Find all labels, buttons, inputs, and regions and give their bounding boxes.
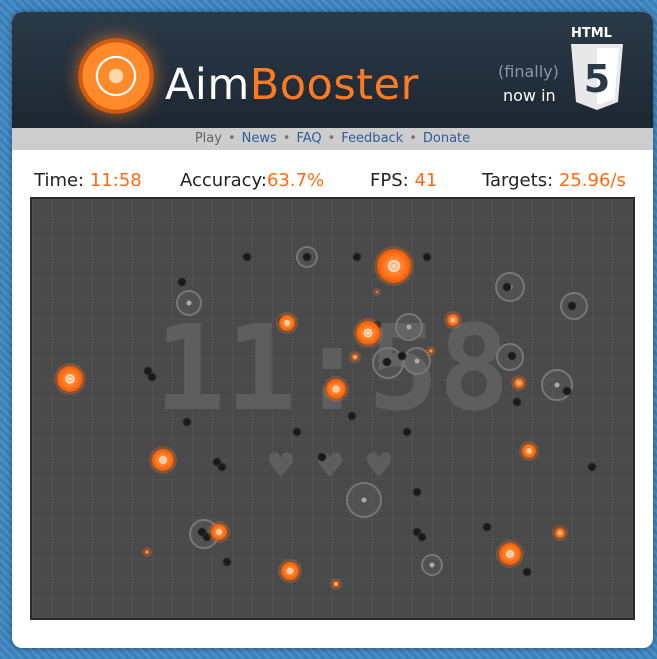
html5-shield-icon: 5 (571, 44, 623, 110)
target[interactable] (152, 449, 174, 471)
miss-dot (292, 427, 302, 437)
stat-targets: Targets: 25.96/s (482, 170, 626, 191)
miss-dot (567, 301, 577, 311)
html5-number: 5 (584, 57, 610, 101)
miss-dot (562, 386, 572, 396)
html5-finally-text: (finally) (498, 62, 559, 81)
stat-time: Time: 11:58 (34, 170, 142, 191)
logo[interactable]: AimBooster (165, 60, 419, 110)
miss-dot (587, 462, 597, 472)
miss-dot (347, 411, 357, 421)
miss-dot (397, 351, 407, 361)
header: AimBooster (finally) now in HTML 5 (12, 12, 653, 128)
miss-dot (417, 532, 427, 542)
hit-ring-center (414, 358, 420, 364)
hit-ring-center (429, 562, 435, 568)
nav-news[interactable]: News (242, 131, 277, 146)
target[interactable] (522, 444, 536, 458)
miss-dot (177, 277, 187, 287)
miss-dot (522, 567, 532, 577)
hit-ring-center (361, 497, 367, 503)
miss-dot (512, 397, 522, 407)
nav-separator: • (327, 131, 336, 146)
target[interactable] (356, 321, 380, 345)
heart-icon: ♥ (315, 446, 345, 486)
target[interactable] (57, 366, 83, 392)
logo-target-icon (78, 38, 154, 114)
miss-dot (402, 427, 412, 437)
stat-targets-label: Targets: (482, 170, 554, 191)
html5-now-in-text: now in (503, 86, 556, 105)
stat-fps: FPS: 41 (370, 170, 437, 191)
nav-separator: • (227, 131, 236, 146)
stat-accuracy: Accuracy:63.7% (180, 170, 324, 191)
stat-accuracy-value: 63.7% (266, 170, 325, 191)
target[interactable] (211, 524, 227, 540)
miss-dot (352, 252, 362, 262)
miss-dot (412, 487, 422, 497)
hit-ring-center (406, 324, 412, 330)
miss-dot (482, 522, 492, 532)
game-canvas[interactable]: 11:58 ♥ ♥ ♥ (32, 199, 633, 618)
target[interactable] (326, 379, 346, 399)
miss-dot (382, 357, 392, 367)
target[interactable] (376, 291, 378, 293)
target[interactable] (377, 249, 411, 283)
target[interactable] (352, 354, 358, 360)
hit-ring-center (554, 382, 560, 388)
logo-aim-text: Aim (165, 60, 250, 110)
nav-separator: • (282, 131, 291, 146)
miss-dot (147, 372, 157, 382)
miss-dot (317, 452, 327, 462)
stat-targets-value: 25.96/s (558, 170, 626, 191)
miss-dot (242, 252, 252, 262)
nav-donate[interactable]: Donate (423, 131, 470, 146)
nav-bar: Play • News • FAQ • Feedback • Donate (12, 128, 653, 150)
stat-time-label: Time: (34, 170, 85, 191)
target[interactable] (333, 581, 339, 587)
heart-icon: ♥ (266, 446, 296, 486)
stat-time-value: 11:58 (89, 170, 142, 191)
miss-dot (502, 282, 512, 292)
nav-feedback[interactable]: Feedback (341, 131, 403, 146)
lives-hearts: ♥ ♥ ♥ (266, 446, 394, 486)
hit-ring-center (186, 300, 192, 306)
nav-faq[interactable]: FAQ (296, 131, 321, 146)
nav-separator: • (409, 131, 417, 146)
miss-dot (507, 351, 517, 361)
app-frame: AimBooster (finally) now in HTML 5 Play •… (12, 12, 653, 648)
game-field[interactable]: 11:58 ♥ ♥ ♥ (30, 197, 635, 620)
nav-play[interactable]: Play (195, 131, 222, 146)
stat-fps-label: FPS: (370, 170, 409, 191)
miss-dot (222, 557, 232, 567)
target[interactable] (499, 543, 521, 565)
target[interactable] (429, 349, 433, 353)
target[interactable] (447, 314, 459, 326)
target[interactable] (279, 315, 295, 331)
miss-dot (182, 417, 192, 427)
heart-icon: ♥ (364, 446, 394, 486)
target[interactable] (281, 562, 299, 580)
stat-accuracy-label: Accuracy: (180, 170, 267, 191)
target[interactable] (555, 528, 565, 538)
target[interactable] (514, 378, 524, 388)
stat-fps-value: 41 (414, 170, 438, 191)
miss-dot (217, 462, 227, 472)
logo-booster-text: Booster (249, 60, 419, 110)
miss-dot (422, 252, 432, 262)
target[interactable] (145, 550, 149, 554)
miss-dot (302, 252, 312, 262)
html5-label: HTML (571, 26, 612, 41)
stats-bar: Time: 11:58 Accuracy:63.7% FPS: 41 Targe… (12, 170, 653, 196)
